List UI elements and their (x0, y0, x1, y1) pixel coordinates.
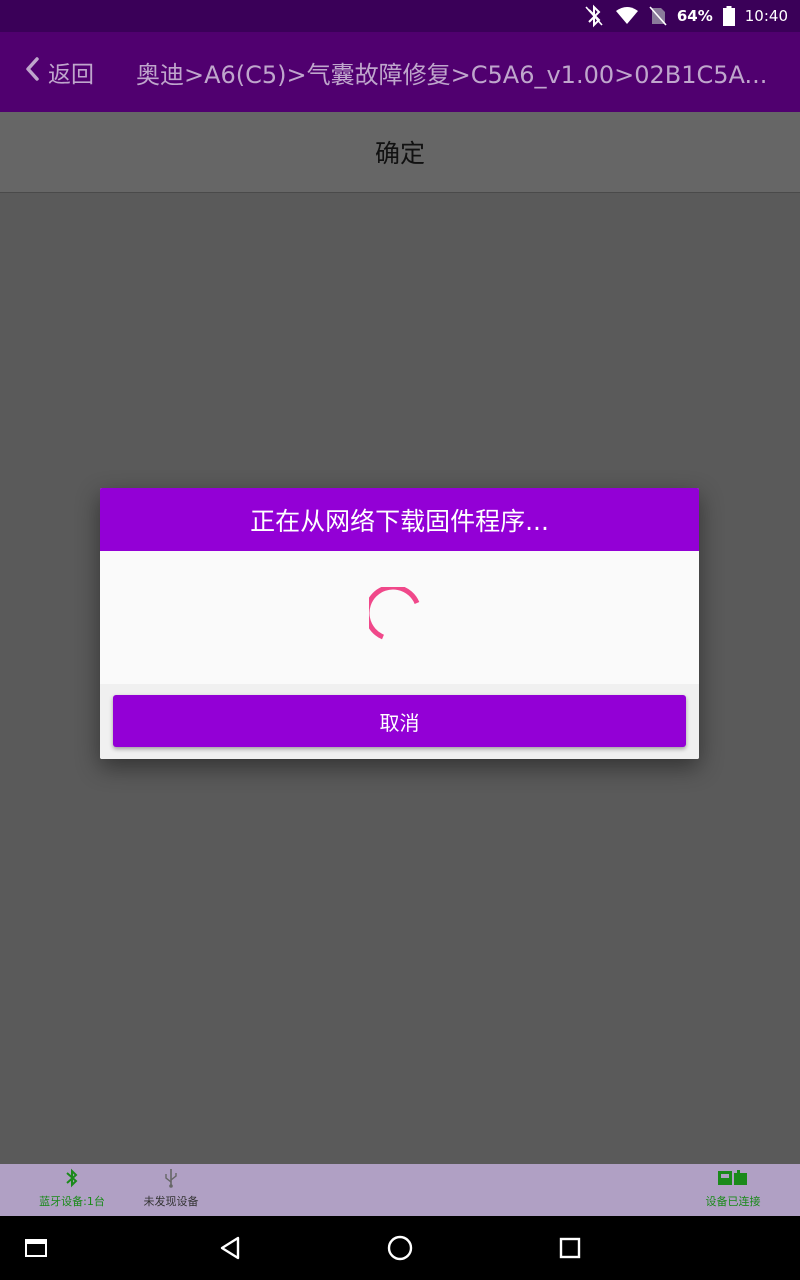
download-dialog: 正在从网络下载固件程序... 取消 (100, 488, 699, 759)
home-nav-button[interactable] (386, 1234, 414, 1262)
loading-spinner-icon (369, 587, 420, 640)
device-connected-icon (717, 1168, 749, 1191)
recents-nav-button[interactable] (556, 1234, 584, 1262)
battery-percent: 64% (676, 7, 713, 25)
usb-status: 未发现设备 (138, 1168, 204, 1216)
device-status-bar: 蓝牙设备:1台 未发现设备 设备已连接 (0, 1164, 800, 1216)
dialog-body (100, 551, 699, 684)
chevron-left-icon (24, 56, 40, 88)
dialog-footer: 取消 (100, 684, 699, 759)
back-icon (220, 1236, 240, 1260)
app-bar: 返回 奥迪>A6(C5)>气囊故障修复>C5A6_v1.00>02B1C5A..… (0, 32, 800, 112)
battery-icon (722, 6, 735, 26)
bluetooth-icon (65, 1168, 79, 1191)
home-icon (387, 1235, 413, 1261)
bluetooth-status: 蓝牙设备:1台 (34, 1168, 110, 1216)
confirm-button[interactable]: 确定 (0, 112, 800, 193)
connection-status: 设备已连接 (700, 1168, 766, 1216)
back-nav-button[interactable] (216, 1234, 244, 1262)
back-button[interactable]: 返回 (24, 32, 94, 112)
status-icons: 64% 10:40 (583, 0, 788, 32)
dialog-title: 正在从网络下载固件程序... (100, 488, 699, 551)
clock: 10:40 (744, 7, 788, 25)
back-label: 返回 (48, 62, 94, 88)
usb-status-label: 未发现设备 (143, 1195, 199, 1208)
wifi-icon (615, 6, 639, 26)
usb-icon (163, 1168, 179, 1191)
screenshot-button[interactable] (22, 1234, 50, 1262)
bluetooth-status-label: 蓝牙设备:1台 (39, 1195, 105, 1208)
sim-off-icon (649, 6, 667, 26)
cancel-button[interactable]: 取消 (113, 695, 686, 747)
bluetooth-off-icon (583, 4, 605, 28)
status-bar: 64% 10:40 (0, 0, 800, 32)
screenshot-icon (25, 1239, 47, 1257)
recents-icon (559, 1237, 581, 1259)
connection-status-label: 设备已连接 (705, 1195, 761, 1208)
navigation-bar (0, 1216, 800, 1280)
confirm-label: 确定 (374, 139, 425, 168)
breadcrumb: 奥迪>A6(C5)>气囊故障修复>C5A6_v1.00>02B1C5A... (136, 60, 768, 89)
